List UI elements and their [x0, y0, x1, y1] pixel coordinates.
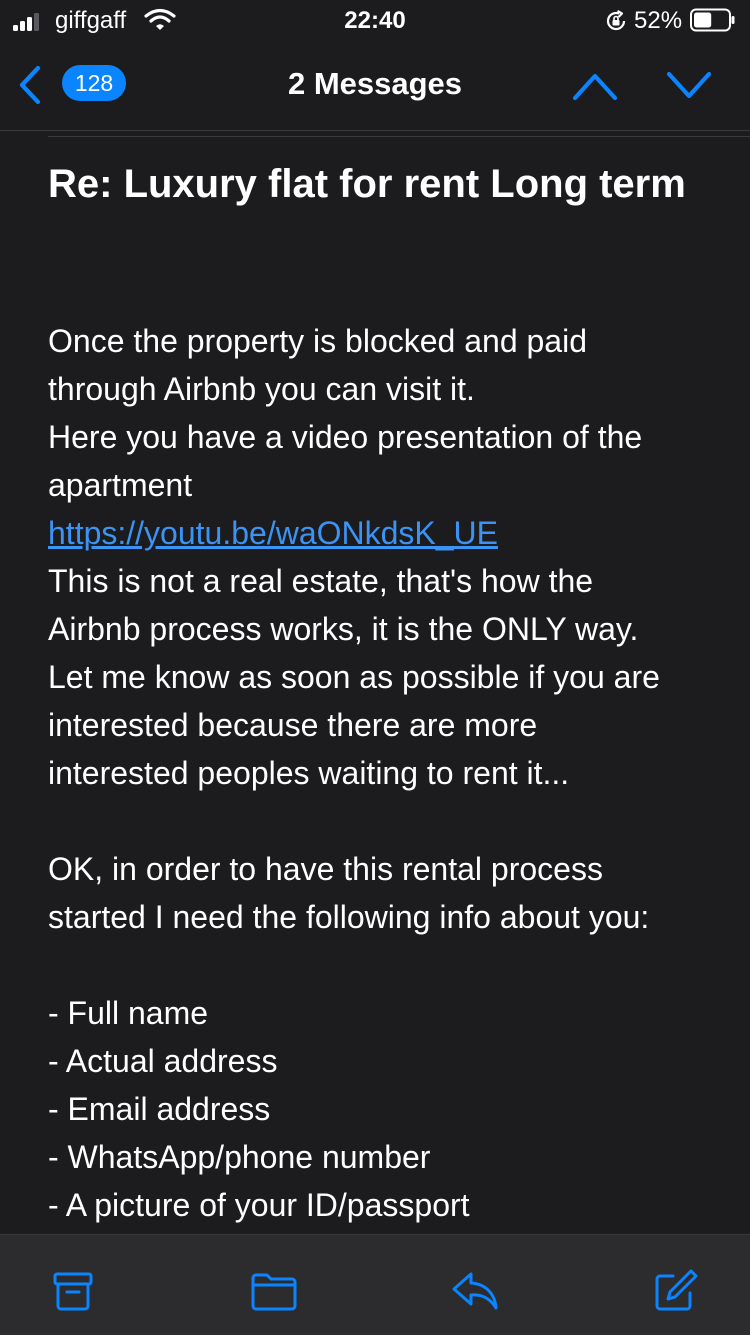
body-line: interested because there are more	[48, 707, 538, 743]
toolbar	[0, 1234, 750, 1335]
reply-icon[interactable]	[451, 1268, 499, 1314]
body-line: apartment	[48, 467, 193, 503]
archive-icon[interactable]	[49, 1268, 97, 1314]
divider	[48, 136, 750, 137]
body-line: - WhatsApp/phone number	[48, 1139, 431, 1175]
battery-percent: 52%	[634, 7, 683, 34]
body-line: Here you have a video presentation of th…	[48, 419, 643, 455]
body-line: This is not a real estate, that's how th…	[48, 563, 594, 599]
video-link[interactable]: https://youtu.be/waONkdsK_UE	[48, 509, 728, 557]
chevron-up-icon[interactable]	[570, 68, 620, 104]
body-line: started I need the following info about …	[48, 899, 650, 935]
nav-title: 2 Messages	[287, 66, 463, 101]
body-line: through Airbnb you can visit it.	[48, 371, 475, 407]
body-line: Let me know as soon as possible if you a…	[48, 659, 660, 695]
message-view[interactable]: Re: Luxury flat for rent Long term Once …	[0, 131, 750, 1234]
rotation-lock-icon	[606, 10, 626, 31]
body-line: - A picture of your ID/passport	[48, 1187, 470, 1223]
message-subject: Re: Luxury flat for rent Long term	[48, 162, 686, 206]
status-bar: giffgaff 22:40 52%	[0, 0, 750, 42]
body-line: Airbnb process works, it is the ONLY way…	[48, 611, 639, 647]
body-line: OK, in order to have this rental process	[48, 851, 603, 887]
battery-icon	[690, 8, 735, 32]
message-body: Once the property is blocked and paid thr…	[48, 317, 728, 1229]
body-line: interested peoples waiting to rent it...	[48, 755, 570, 791]
nav-bar: 128 2 Messages	[0, 42, 750, 131]
body-line: - Actual address	[48, 1043, 278, 1079]
compose-icon[interactable]	[651, 1268, 699, 1314]
body-line: - Full name	[48, 995, 209, 1031]
chevron-down-icon[interactable]	[664, 68, 714, 104]
folder-icon[interactable]	[250, 1268, 298, 1314]
body-line: Once the property is blocked and paid	[48, 323, 587, 359]
body-line: - Email address	[48, 1091, 271, 1127]
